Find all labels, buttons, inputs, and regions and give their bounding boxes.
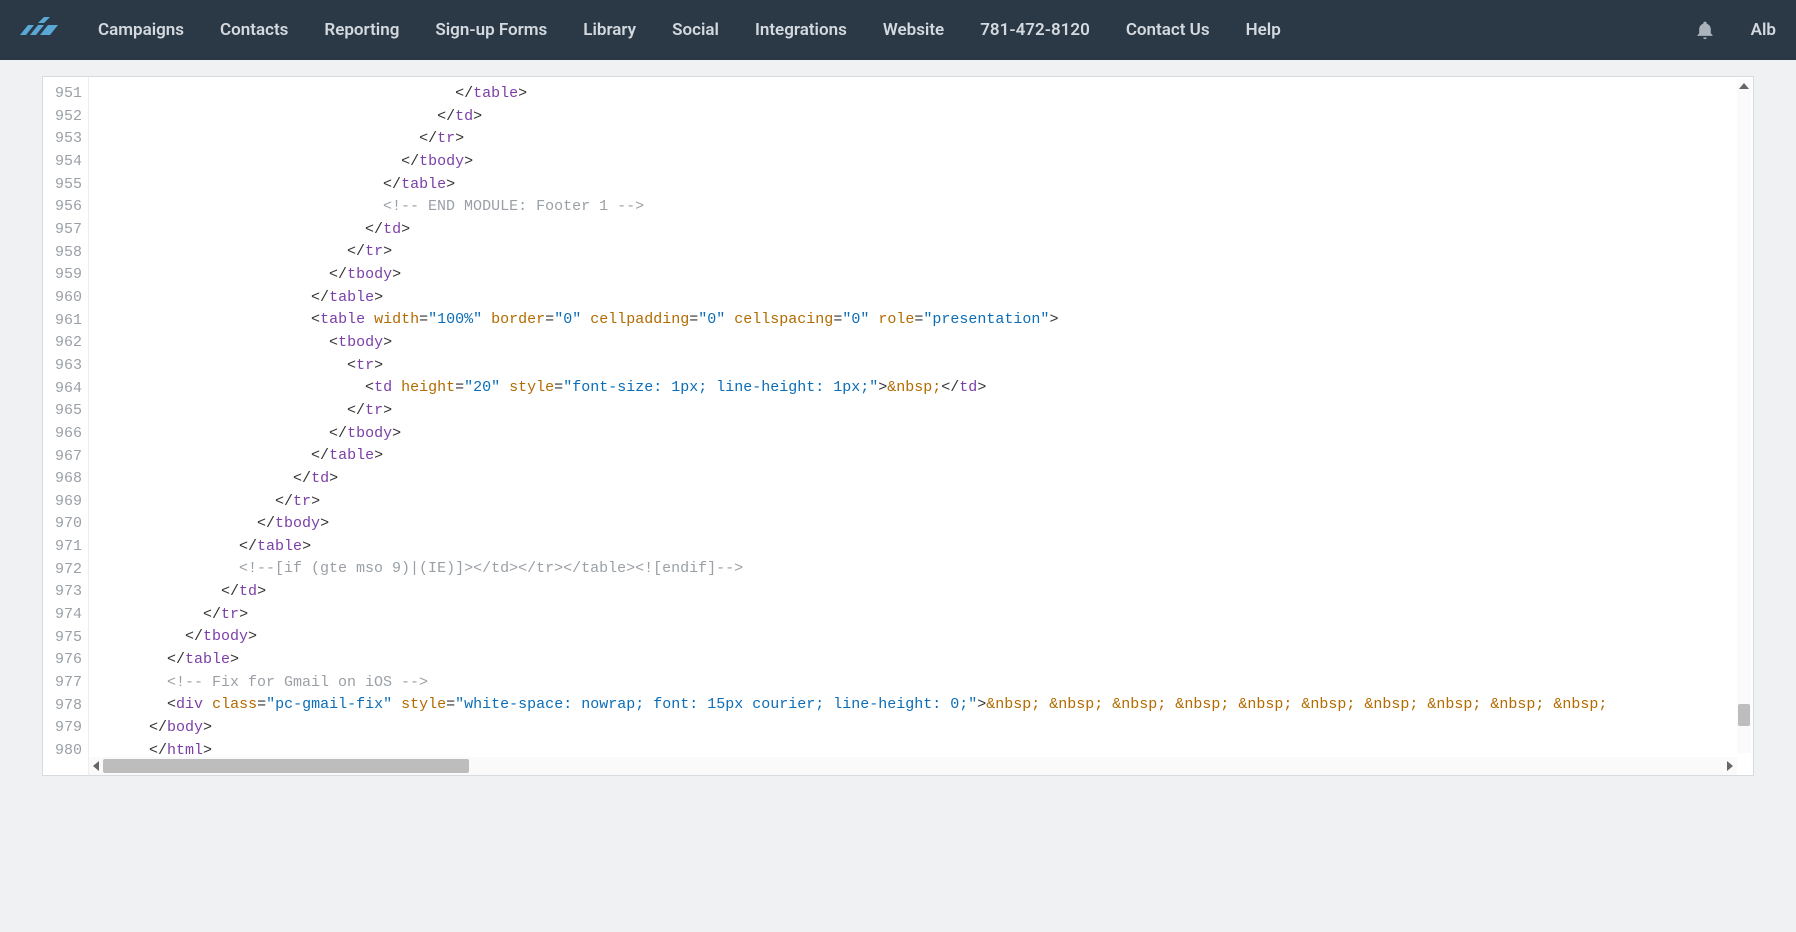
line-number: 955 bbox=[43, 174, 82, 197]
line-number: 956 bbox=[43, 196, 82, 219]
scroll-right-arrow-icon[interactable] bbox=[1723, 757, 1737, 775]
line-number: 961 bbox=[43, 310, 82, 333]
vertical-scroll-thumb[interactable] bbox=[1738, 704, 1750, 726]
code-line[interactable]: <!--[if (gte mso 9)|(IE)]></td></tr></ta… bbox=[95, 558, 1753, 581]
line-number: 959 bbox=[43, 264, 82, 287]
code-line[interactable]: </table> bbox=[95, 649, 1753, 672]
nav-phone[interactable]: 781-472-8120 bbox=[980, 20, 1090, 40]
horizontal-scrollbar[interactable] bbox=[89, 757, 1737, 775]
code-line[interactable]: </tr> bbox=[95, 241, 1753, 264]
line-number: 968 bbox=[43, 468, 82, 491]
nav-help[interactable]: Help bbox=[1246, 20, 1281, 40]
line-number: 973 bbox=[43, 581, 82, 604]
nav-website[interactable]: Website bbox=[883, 20, 944, 40]
code-line[interactable]: </tbody> bbox=[95, 264, 1753, 287]
nav-library[interactable]: Library bbox=[583, 20, 636, 40]
code-line[interactable]: </td> bbox=[95, 219, 1753, 242]
nav-social[interactable]: Social bbox=[672, 20, 719, 40]
top-nav: Campaigns Contacts Reporting Sign-up For… bbox=[0, 0, 1796, 60]
line-number: 972 bbox=[43, 559, 82, 582]
line-number: 963 bbox=[43, 355, 82, 378]
line-number: 979 bbox=[43, 717, 82, 740]
line-number: 951 bbox=[43, 83, 82, 106]
line-number: 953 bbox=[43, 128, 82, 151]
vertical-scrollbar[interactable] bbox=[1737, 79, 1751, 753]
code-line[interactable]: </table> bbox=[95, 83, 1753, 106]
code-line[interactable]: </table> bbox=[95, 445, 1753, 468]
nav-reporting[interactable]: Reporting bbox=[324, 20, 399, 40]
code-editor: 9519529539549559569579589599609619629639… bbox=[42, 76, 1754, 776]
line-number: 976 bbox=[43, 649, 82, 672]
code-line[interactable]: <tbody> bbox=[95, 332, 1753, 355]
code-line[interactable]: <tr> bbox=[95, 355, 1753, 378]
code-line[interactable]: </td> bbox=[95, 106, 1753, 129]
code-line[interactable]: </table> bbox=[95, 287, 1753, 310]
line-number: 966 bbox=[43, 423, 82, 446]
line-number: 969 bbox=[43, 491, 82, 514]
code-line[interactable]: <!-- END MODULE: Footer 1 --> bbox=[95, 196, 1753, 219]
code-line[interactable]: <td height="20" style="font-size: 1px; l… bbox=[95, 377, 1753, 400]
line-number: 975 bbox=[43, 627, 82, 650]
line-number: 958 bbox=[43, 242, 82, 265]
line-number: 965 bbox=[43, 400, 82, 423]
logo-icon[interactable] bbox=[20, 15, 70, 45]
line-number: 960 bbox=[43, 287, 82, 310]
nav-items: Campaigns Contacts Reporting Sign-up For… bbox=[98, 20, 1695, 40]
line-number: 964 bbox=[43, 378, 82, 401]
nav-campaigns[interactable]: Campaigns bbox=[98, 20, 184, 40]
code-line[interactable]: <!-- Fix for Gmail on iOS --> bbox=[95, 672, 1753, 695]
horizontal-scroll-thumb[interactable] bbox=[103, 759, 469, 773]
code-lines[interactable]: </table> </td> </tr> </tbody> </table> bbox=[89, 77, 1753, 762]
nav-integrations[interactable]: Integrations bbox=[755, 20, 847, 40]
code-line[interactable]: </tr> bbox=[95, 128, 1753, 151]
code-line[interactable]: </tbody> bbox=[95, 626, 1753, 649]
code-line[interactable]: </tbody> bbox=[95, 151, 1753, 174]
code-line[interactable]: <table width="100%" border="0" cellpaddi… bbox=[95, 309, 1753, 332]
code-line[interactable]: </tr> bbox=[95, 400, 1753, 423]
code-line[interactable]: </table> bbox=[95, 536, 1753, 559]
code-line[interactable]: </tbody> bbox=[95, 423, 1753, 446]
line-number: 980 bbox=[43, 740, 82, 763]
line-number: 957 bbox=[43, 219, 82, 242]
code-line[interactable]: </td> bbox=[95, 581, 1753, 604]
nav-signup-forms[interactable]: Sign-up Forms bbox=[435, 20, 547, 40]
nav-contacts[interactable]: Contacts bbox=[220, 20, 288, 40]
line-number: 970 bbox=[43, 513, 82, 536]
code-line[interactable]: </tr> bbox=[95, 604, 1753, 627]
code-area[interactable]: </table> </td> </tr> </tbody> </table> bbox=[89, 77, 1753, 775]
line-number: 952 bbox=[43, 106, 82, 129]
line-number: 974 bbox=[43, 604, 82, 627]
nav-contact-us[interactable]: Contact Us bbox=[1126, 20, 1210, 40]
code-line[interactable]: </tr> bbox=[95, 491, 1753, 514]
line-number: 967 bbox=[43, 446, 82, 469]
line-number: 954 bbox=[43, 151, 82, 174]
code-line[interactable]: <div class="pc-gmail-fix" style="white-s… bbox=[95, 694, 1753, 717]
code-line[interactable]: </tbody> bbox=[95, 513, 1753, 536]
user-menu[interactable]: Alb bbox=[1751, 20, 1776, 40]
line-number-gutter: 9519529539549559569579589599609619629639… bbox=[43, 77, 89, 775]
line-number: 978 bbox=[43, 695, 82, 718]
code-line[interactable]: </td> bbox=[95, 468, 1753, 491]
scroll-up-arrow-icon[interactable] bbox=[1737, 79, 1751, 93]
scroll-left-arrow-icon[interactable] bbox=[89, 757, 103, 775]
line-number: 962 bbox=[43, 332, 82, 355]
line-number: 977 bbox=[43, 672, 82, 695]
code-line[interactable]: </body> bbox=[95, 717, 1753, 740]
bell-icon[interactable] bbox=[1695, 19, 1715, 41]
code-line[interactable]: </table> bbox=[95, 174, 1753, 197]
nav-right: Alb bbox=[1695, 19, 1776, 41]
line-number: 971 bbox=[43, 536, 82, 559]
